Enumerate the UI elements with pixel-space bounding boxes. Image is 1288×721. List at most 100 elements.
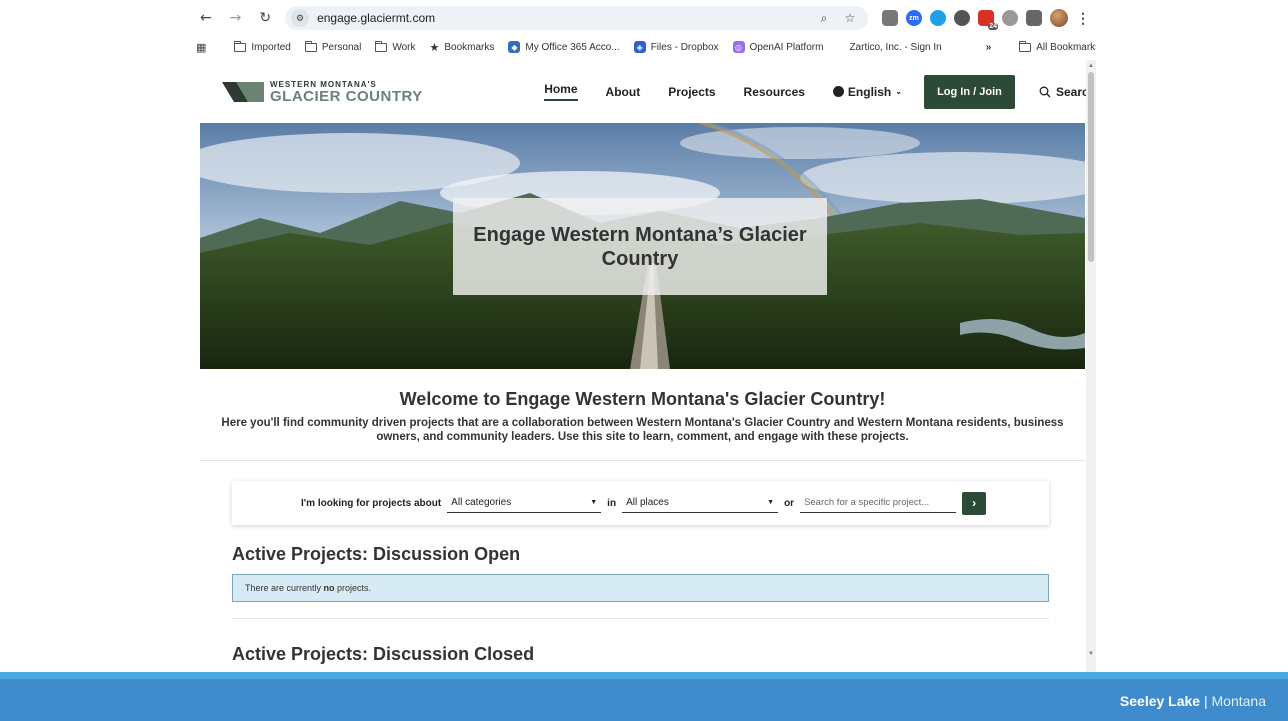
nav-resources[interactable]: Resources (730, 75, 819, 109)
puzzle-icon[interactable] (1026, 10, 1042, 26)
nav-home-label: Home (544, 82, 578, 101)
page-viewport[interactable]: WESTERN MONTANA'S GLACIER COUNTRY Home A… (190, 60, 1096, 672)
chevron-down-icon: ⌄ (895, 87, 902, 96)
bookmark-imported[interactable]: Imported (234, 40, 291, 53)
bookmarks-bar: ▦ Imported Personal Work ★ Bookmarks ◆ My … (190, 36, 1096, 58)
bookmark-work[interactable]: Work (375, 40, 416, 53)
bookmark-label: My Office 365 Acco... (525, 41, 620, 53)
globe-icon (832, 86, 844, 97)
bookmark-office365[interactable]: ◆ My Office 365 Acco... (508, 41, 620, 53)
text-cursor-icon: I (712, 418, 715, 429)
bookmark-label: Bookmarks (444, 41, 495, 53)
star-icon: ★ (429, 40, 440, 54)
or-label: or (784, 497, 795, 509)
closed-projects-title: Active Projects: Discussion Closed (232, 644, 535, 664)
folder-icon (234, 40, 247, 52)
nav-projects-label: Projects (668, 84, 716, 99)
bookmark-dropbox[interactable]: ◈ Files - Dropbox (633, 41, 719, 53)
bookmarks-overflow-button[interactable]: » (986, 42, 992, 53)
open-projects-title: Active Projects: Discussion Open (232, 544, 521, 564)
extension-circle-icon[interactable] (1002, 10, 1018, 26)
bookmark-star-icon[interactable]: ☆ (842, 11, 858, 25)
dropbox-icon: ◈ (633, 41, 646, 53)
bookmark-zartico[interactable]: Zartico, Inc. - Sign In (849, 42, 941, 53)
zoom-icon[interactable]: ⌕ (816, 11, 832, 26)
scroll-thumb[interactable] (1088, 72, 1094, 262)
office-icon: ◆ (508, 41, 521, 53)
welcome-section: Welcome to Engage Western Montana's Glac… (200, 369, 1085, 461)
bookmark-label: Zartico, Inc. - Sign In (849, 41, 942, 53)
folder-icon (1018, 40, 1032, 52)
overflow-chevron-icon: » (985, 41, 992, 53)
category-value: All categories (451, 497, 512, 508)
hero-title: Engage Western Montana’s Glacier Country (473, 223, 807, 270)
no-projects-suffix: projects. (334, 583, 372, 593)
site-logo[interactable]: WESTERN MONTANA'S GLACIER COUNTRY (222, 80, 473, 104)
logo-text: WESTERN MONTANA'S GLACIER COUNTRY (270, 80, 423, 104)
chevron-right-icon: › (972, 496, 977, 510)
scroll-down-arrow-icon[interactable]: ▼ (1087, 650, 1095, 658)
login-button[interactable]: Log In / Join (923, 74, 1015, 109)
hero-banner: Engage Western Montana’s Glacier Country (200, 123, 1085, 369)
no-projects-alert: There are currently no projects. (232, 574, 1049, 602)
scroll-up-arrow-icon[interactable]: ▲ (1087, 62, 1095, 70)
cloud-extension-icon[interactable] (930, 10, 946, 26)
category-select[interactable]: All categories ▼ (447, 493, 602, 513)
language-selector[interactable]: English ⌄ (819, 75, 916, 109)
filter-submit-button[interactable]: › (962, 491, 987, 515)
logo-mark-icon (222, 81, 264, 102)
search-placeholder: Search for a specific project... (804, 497, 930, 508)
bookmark-personal[interactable]: Personal (304, 40, 362, 53)
nav-projects[interactable]: Projects (654, 75, 729, 109)
nav-home[interactable]: Home (530, 75, 591, 109)
tune-icon[interactable]: ⚙ (291, 9, 310, 27)
bookmark-label: OpenAI Platform (749, 41, 824, 53)
caret-down-icon: ▼ (590, 499, 598, 506)
back-arrow-icon[interactable]: ← (196, 8, 216, 28)
presentation-footer: Seeley Lake | Montana (0, 672, 1288, 721)
browser-toolbar: ← → ↻ ⚙ engage.glaciermt.com ⌕ ☆ zm ⋮ (190, 0, 1096, 36)
browser-window: ← → ↻ ⚙ engage.glaciermt.com ⌕ ☆ zm ⋮ ▦ … (190, 0, 1096, 672)
place-value: All places (626, 497, 669, 508)
welcome-title: Welcome to Engage Western Montana's Glac… (399, 389, 886, 409)
nav-resources-label: Resources (743, 84, 805, 99)
apps-grid-icon[interactable]: ▦ (196, 41, 206, 54)
address-bar[interactable]: ⚙ engage.glaciermt.com ⌕ ☆ (285, 6, 868, 30)
filter-label: I'm looking for projects about (301, 497, 442, 509)
cast-icon[interactable] (882, 10, 898, 26)
site-header: WESTERN MONTANA'S GLACIER COUNTRY Home A… (190, 60, 1096, 123)
caret-down-icon: ▼ (767, 499, 775, 506)
cloud-dark-icon[interactable] (954, 10, 970, 26)
footer-separator: | (1200, 693, 1212, 709)
place-select[interactable]: All places ▼ (622, 493, 779, 513)
no-projects-bold: no (323, 583, 335, 593)
forward-arrow-icon[interactable]: → (226, 8, 246, 28)
bookmark-label: Imported (251, 41, 291, 53)
nav-about[interactable]: About (592, 75, 655, 109)
url-text[interactable]: engage.glaciermt.com (317, 11, 806, 25)
zoom-extension-icon[interactable]: zm (906, 10, 922, 26)
folder-icon (375, 40, 388, 52)
bookmark-openai[interactable]: ◎ OpenAI Platform (732, 41, 824, 53)
all-bookmarks-button[interactable]: All Bookmarks (1018, 40, 1096, 53)
footer-state: Montana (1211, 693, 1266, 709)
in-label: in (607, 497, 617, 509)
bookmark-bookmarks[interactable]: ★ Bookmarks (430, 41, 495, 54)
no-projects-prefix: There are currently (245, 583, 324, 593)
page-scrollbar[interactable]: ▲ ▼ (1086, 60, 1096, 672)
kebab-menu-icon[interactable]: ⋮ (1076, 10, 1090, 27)
bookmark-label: All Bookmarks (1036, 41, 1096, 53)
profile-avatar[interactable] (1050, 9, 1068, 27)
hero-title-card: Engage Western Montana’s Glacier Country (453, 198, 827, 295)
footer-caption: Seeley Lake | Montana (1120, 693, 1266, 709)
logo-line-2: GLACIER COUNTRY (270, 87, 423, 105)
welcome-body: Here you'll find community driven projec… (221, 417, 1064, 443)
bookmark-label: Personal (321, 41, 362, 53)
main-nav: Home About Projects Resources English ⌄ … (530, 74, 1096, 109)
search-icon (1039, 86, 1051, 97)
reload-icon[interactable]: ↻ (255, 8, 275, 28)
calendar-extension-icon[interactable] (978, 10, 998, 30)
project-search-input[interactable]: Search for a specific project... (800, 493, 957, 513)
nav-about-label: About (605, 84, 641, 99)
folder-icon (304, 40, 317, 52)
